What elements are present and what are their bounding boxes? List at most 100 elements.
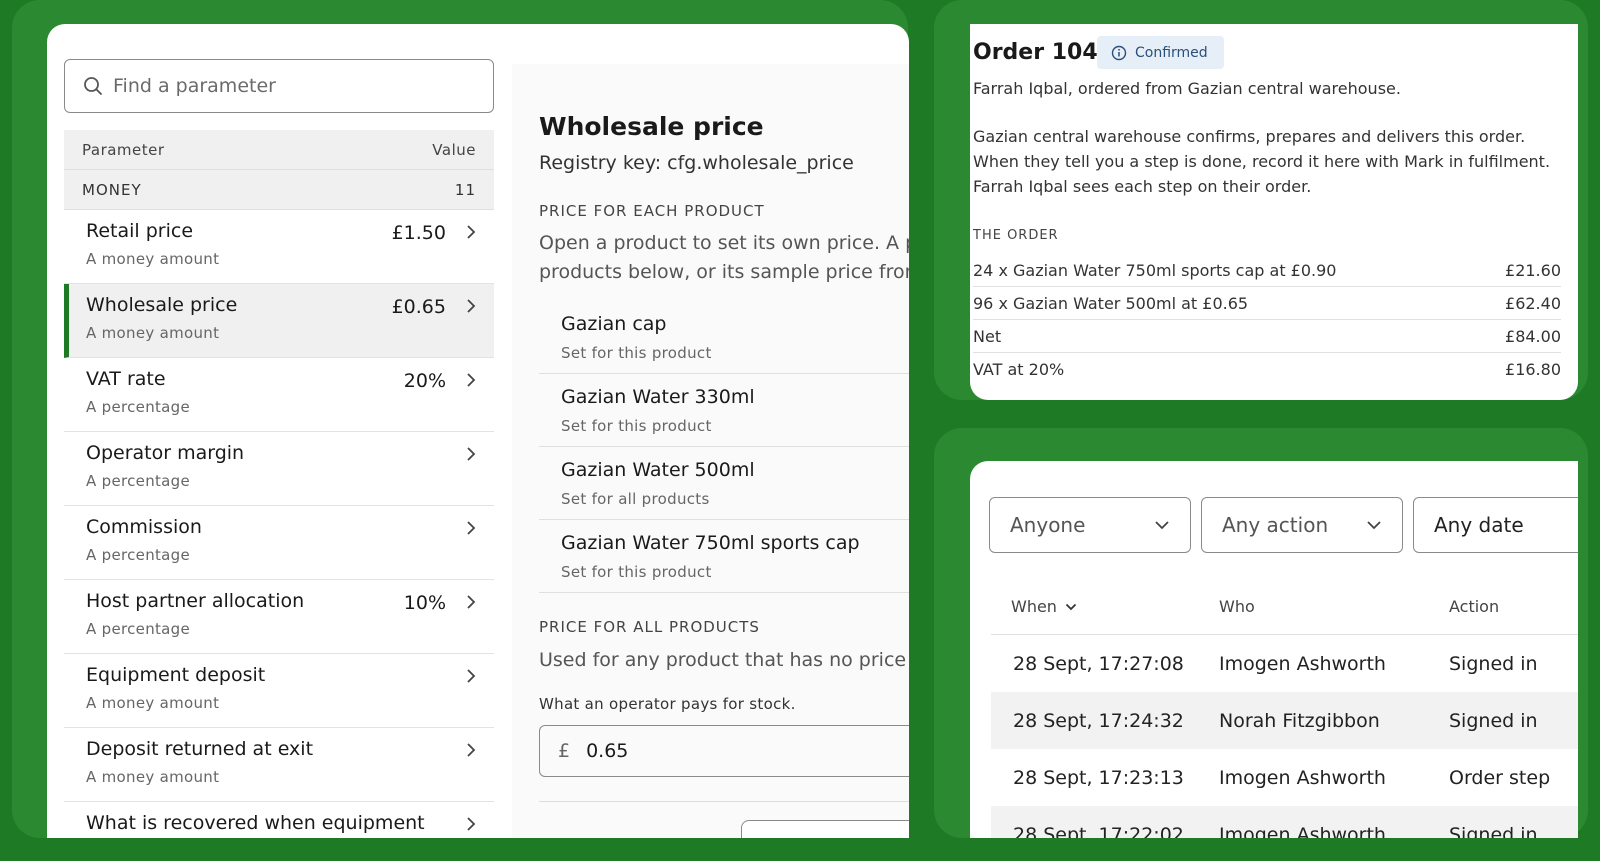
- product-list: Gazian cap Set for this product Gazian W…: [539, 301, 909, 593]
- product-name: Gazian Water 750ml sports cap: [561, 532, 860, 554]
- table-row[interactable]: 28 Sept, 17:23:13 Imogen Ashworth Order …: [991, 749, 1578, 806]
- product-item-gazian-water-500ml[interactable]: Gazian Water 500ml Set for all products: [539, 447, 909, 520]
- order-line-amount: £62.40: [1505, 293, 1561, 313]
- parameter-row-equipment-deposit[interactable]: Equipment deposit A money amount: [64, 654, 494, 728]
- price-input-value: 0.65: [586, 740, 629, 762]
- chevron-right-icon: [467, 595, 476, 609]
- activity-log-card: Anyone Any action Any date When Who Acti…: [970, 461, 1578, 838]
- order-info-line-3: Farrah Iqbal sees each step on their ord…: [973, 177, 1312, 196]
- each-product-text-line-2: products below, or its sample price from: [539, 261, 909, 283]
- info-icon: [1111, 45, 1127, 60]
- chevron-right-icon: [467, 521, 476, 535]
- status-badge: Confirmed: [1097, 36, 1224, 69]
- product-scope: Set for this product: [561, 563, 712, 581]
- column-header-value: Value: [432, 140, 476, 159]
- parameter-row-operator-margin[interactable]: Operator margin A percentage: [64, 432, 494, 506]
- product-item-gazian-water-750ml[interactable]: Gazian Water 750ml sports cap Set for th…: [539, 520, 909, 593]
- column-header-parameter: Parameter: [82, 140, 165, 159]
- filter-action-select[interactable]: Any action: [1201, 497, 1403, 553]
- log-when: 28 Sept, 17:24:32: [1013, 709, 1184, 732]
- parameter-table-header: Parameter Value: [64, 130, 494, 170]
- log-action: Signed in: [1449, 652, 1538, 675]
- parameter-row-commission[interactable]: Commission A percentage: [64, 506, 494, 580]
- order-line-label: 24 x Gazian Water 750ml sports cap at £0…: [973, 260, 1337, 280]
- log-who: Imogen Ashworth: [1219, 823, 1386, 839]
- filter-action-value: Any action: [1222, 513, 1329, 537]
- parameter-value: 10%: [403, 592, 446, 614]
- filter-date-value: Any date: [1434, 513, 1524, 537]
- chevron-right-icon: [467, 299, 476, 313]
- parameter-row-deposit-returned[interactable]: Deposit returned at exit A money amount: [64, 728, 494, 802]
- parameter-row-retail-price[interactable]: Retail price A money amount £1.50: [64, 210, 494, 284]
- order-line-vat: VAT at 20% £16.80: [973, 353, 1561, 386]
- wholesale-price-input[interactable]: £ 0.65: [539, 725, 909, 777]
- column-header-who: Who: [1219, 597, 1255, 616]
- parameter-row-equipment-recovered[interactable]: What is recovered when equipment: [64, 802, 494, 838]
- product-name: Gazian cap: [561, 313, 667, 335]
- order-line-amount: £16.80: [1505, 360, 1561, 379]
- order-line-amount: £21.60: [1505, 260, 1561, 280]
- order-info-line-2: When they tell you a step is done, recor…: [973, 152, 1551, 171]
- filter-who-select[interactable]: Anyone: [989, 497, 1191, 553]
- parameter-value: 20%: [403, 370, 446, 392]
- parameter-row-vat-rate[interactable]: VAT rate A percentage 20%: [64, 358, 494, 432]
- registry-key: Registry key: cfg.wholesale_price: [539, 152, 854, 174]
- parameter-type: A percentage: [86, 472, 191, 490]
- product-name: Gazian Water 330ml: [561, 386, 755, 408]
- price-input-label: What an operator pays for stock.: [539, 695, 796, 713]
- product-scope: Set for this product: [561, 344, 712, 362]
- log-action: Order step: [1449, 766, 1551, 789]
- each-product-text-line-1: Open a product to set its own price. A p: [539, 232, 909, 254]
- section-heading-each-product: PRICE FOR EACH PRODUCT: [539, 202, 765, 220]
- open-button[interactable]: Open the s: [741, 820, 909, 838]
- order-line-amount: £84.00: [1505, 326, 1561, 346]
- table-row[interactable]: 28 Sept, 17:22:02 Imogen Ashworth Signed…: [991, 806, 1578, 838]
- parameter-type: A percentage: [86, 546, 191, 564]
- product-scope: Set for all products: [561, 490, 710, 508]
- order-line-label: 96 x Gazian Water 500ml at £0.65: [973, 293, 1249, 313]
- log-action: Signed in: [1449, 823, 1538, 839]
- parameter-row-host-partner-allocation[interactable]: Host partner allocation A percentage 10%: [64, 580, 494, 654]
- product-item-gazian-water-330ml[interactable]: Gazian Water 330ml Set for this product: [539, 374, 909, 447]
- parameter-name: Commission: [86, 516, 202, 538]
- table-row[interactable]: 28 Sept, 17:27:08 Imogen Ashworth Signed…: [991, 635, 1578, 692]
- log-action: Signed in: [1449, 709, 1538, 732]
- log-table-header: When Who Action: [991, 579, 1578, 635]
- log-when: 28 Sept, 17:22:02: [1013, 823, 1184, 839]
- parameter-type: A money amount: [86, 324, 220, 342]
- order-card: Order 1041 Confirmed Farrah Iqbal, order…: [970, 24, 1578, 400]
- order-line-label: Net: [973, 326, 1002, 346]
- column-header-action: Action: [1449, 597, 1500, 616]
- log-when: 28 Sept, 17:23:13: [1013, 766, 1184, 789]
- table-row[interactable]: 28 Sept, 17:24:32 Norah Fitzgibbon Signe…: [991, 692, 1578, 749]
- chevron-down-icon: [1367, 521, 1381, 530]
- search-input[interactable]: Find a parameter: [64, 59, 494, 113]
- product-name: Gazian Water 500ml: [561, 459, 755, 481]
- group-name: MONEY: [82, 180, 142, 199]
- search-placeholder: Find a parameter: [113, 75, 276, 97]
- status-label: Confirmed: [1135, 44, 1208, 61]
- parameter-name: What is recovered when equipment: [86, 812, 425, 834]
- order-info-line-1: Gazian central warehouse confirms, prepa…: [973, 127, 1526, 146]
- column-header-when-label: When: [1011, 597, 1057, 616]
- filter-date-select[interactable]: Any date: [1413, 497, 1578, 553]
- divider: [539, 801, 909, 802]
- chevron-right-icon: [467, 373, 476, 387]
- log-when: 28 Sept, 17:27:08: [1013, 652, 1184, 675]
- order-title: Order 1041: [973, 40, 1113, 65]
- group-count: 11: [454, 180, 476, 199]
- parameter-type: A percentage: [86, 620, 191, 638]
- parameter-value: £1.50: [391, 222, 446, 244]
- product-item-gazian-cap[interactable]: Gazian cap Set for this product: [539, 301, 909, 374]
- parameter-name: Deposit returned at exit: [86, 738, 314, 760]
- order-line-label: VAT at 20%: [973, 360, 1065, 379]
- log-who: Norah Fitzgibbon: [1219, 709, 1380, 732]
- filter-who-value: Anyone: [1010, 513, 1086, 537]
- order-summary: Farrah Iqbal, ordered from Gazian centra…: [973, 79, 1401, 98]
- parameter-row-wholesale-price[interactable]: Wholesale price A money amount £0.65: [64, 284, 494, 358]
- search-icon: [84, 77, 102, 95]
- parameters-card: Find a parameter Parameter Value MONEY 1…: [47, 24, 909, 838]
- column-header-when[interactable]: When: [991, 597, 1219, 616]
- parameter-type: A money amount: [86, 694, 220, 712]
- order-line: 24 x Gazian Water 750ml sports cap at £0…: [973, 254, 1561, 287]
